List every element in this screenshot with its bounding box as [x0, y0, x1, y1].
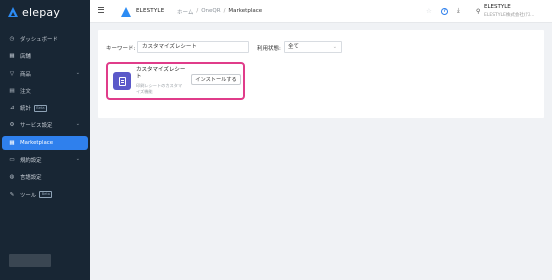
breadcrumb-separator: / [223, 8, 226, 14]
sidebar-item-9[interactable]: ✎ ツール Beta [2, 188, 88, 202]
chevron-down-icon: ⌄ [75, 121, 80, 128]
sidebar-item-label: 言語設定 [20, 175, 42, 182]
top-header: ELESTYLE ホーム / OneQR / Marketplace ☆ ? ⤓… [90, 0, 552, 23]
app-name: カスタマイズレシート [136, 67, 186, 80]
sidebar-item-label: Marketplace [20, 139, 54, 146]
chevron-down-icon: ⌄ [75, 69, 80, 76]
dashboard-icon: ◷ [9, 36, 15, 42]
brand-name: ELESTYLE [136, 8, 165, 14]
status-label: 利用状態: [257, 46, 281, 52]
menu-toggle-icon[interactable] [98, 7, 104, 14]
user-name[interactable]: ELESTYLE [484, 4, 511, 10]
sidebar-item-8[interactable]: ◍ 言語設定 [2, 170, 88, 184]
chevron-down-icon: ⌄ [332, 44, 337, 50]
app-logo[interactable]: elepay [8, 5, 60, 19]
store-icon: ▦ [9, 53, 15, 60]
status-select[interactable]: 全て ⌄ [284, 41, 342, 53]
sidebar-item-6[interactable]: ▦ Marketplace [2, 135, 88, 150]
sidebar-nav: ◷ ダッシュボード ▦ 店舗 ▽ 商品 ⌄ ▤ 注文 ⊿ 統計 Beta ⚙ サービス設定 ⌄ ▦ Market… [0, 32, 90, 205]
sidebar-item-3[interactable]: ▤ 注文 [2, 84, 88, 98]
chart-icon: ⊿ [9, 105, 15, 112]
sidebar-item-4[interactable]: ⊿ 統計 Beta [2, 101, 88, 115]
receipt-app-icon [113, 72, 131, 90]
product-icon: ▽ [9, 70, 15, 77]
sidebar-item-0[interactable]: ◷ ダッシュボード [2, 32, 88, 46]
language-icon: ◍ [9, 174, 15, 181]
user-company: ELESTYLE株式会社(ﾃｽ... [484, 13, 535, 18]
sidebar-item-label: サービス設定 [20, 123, 53, 130]
marketplace-panel: キーワード: カスタマイズレシート 利用状態: 全て ⌄ カスタマイズレシート … [98, 30, 544, 118]
keyword-label: キーワード: [106, 46, 136, 52]
sidebar-item-label: ダッシュボード [20, 37, 58, 43]
sidebar-item-label: 店舗 [20, 54, 31, 61]
sidebar-item-5[interactable]: ⚙ サービス設定 ⌄ [2, 118, 88, 132]
terms-icon: ▭ [9, 157, 15, 164]
install-button[interactable]: インストールする [191, 74, 241, 85]
download-icon[interactable]: ⤓ [457, 7, 460, 15]
breadcrumb-current: Marketplace [228, 8, 263, 14]
sidebar-item-label: 注文 [20, 88, 31, 95]
keyword-input[interactable]: カスタマイズレシート [137, 41, 249, 53]
sidebar-item-1[interactable]: ▦ 店舗 [2, 49, 88, 63]
elepay-logo-icon [8, 7, 18, 17]
breadcrumb-home[interactable]: ホーム [177, 8, 193, 16]
settings-icon: ⚙ [9, 122, 15, 129]
brand-logo-icon [121, 7, 131, 17]
tool-icon: ✎ [9, 191, 15, 198]
marketplace-icon: ▦ [9, 139, 15, 146]
star-icon[interactable]: ☆ [426, 7, 432, 15]
beta-badge: Beta [39, 191, 53, 199]
breadcrumb: ホーム / OneQR / Marketplace [177, 8, 262, 16]
sidebar-item-label: 規約設定 [20, 158, 42, 165]
chevron-down-icon: ⌄ [75, 156, 80, 163]
help-icon[interactable]: ? [441, 8, 448, 15]
account-switcher[interactable] [9, 254, 51, 267]
sidebar: elepay ◷ ダッシュボード ▦ 店舗 ▽ 商品 ⌄ ▤ 注文 ⊿ 統計 Beta ⚙ サービス設定 ⌄… [0, 0, 90, 280]
order-icon: ▤ [9, 87, 15, 94]
sidebar-item-label: ツール [20, 192, 37, 199]
app-card[interactable]: カスタマイズレシート 印刷レシートのカスタマイズ機能 インストールする [106, 62, 245, 100]
app-description: 印刷レシートのカスタマイズ機能 [136, 83, 183, 94]
sidebar-item-2[interactable]: ▽ 商品 ⌄ [2, 67, 88, 81]
user-icon[interactable]: ⚲ [476, 8, 480, 15]
sidebar-item-label: 商品 [20, 71, 31, 78]
breadcrumb-separator: / [196, 8, 199, 14]
status-select-value: 全て [288, 44, 300, 50]
beta-badge: Beta [33, 104, 48, 112]
sidebar-item-label: 統計 [20, 106, 31, 113]
breadcrumb-oneqr[interactable]: OneQR [201, 8, 220, 16]
sidebar-item-7[interactable]: ▭ 規約設定 ⌄ [2, 153, 88, 167]
logo-text: elepay [22, 5, 61, 19]
